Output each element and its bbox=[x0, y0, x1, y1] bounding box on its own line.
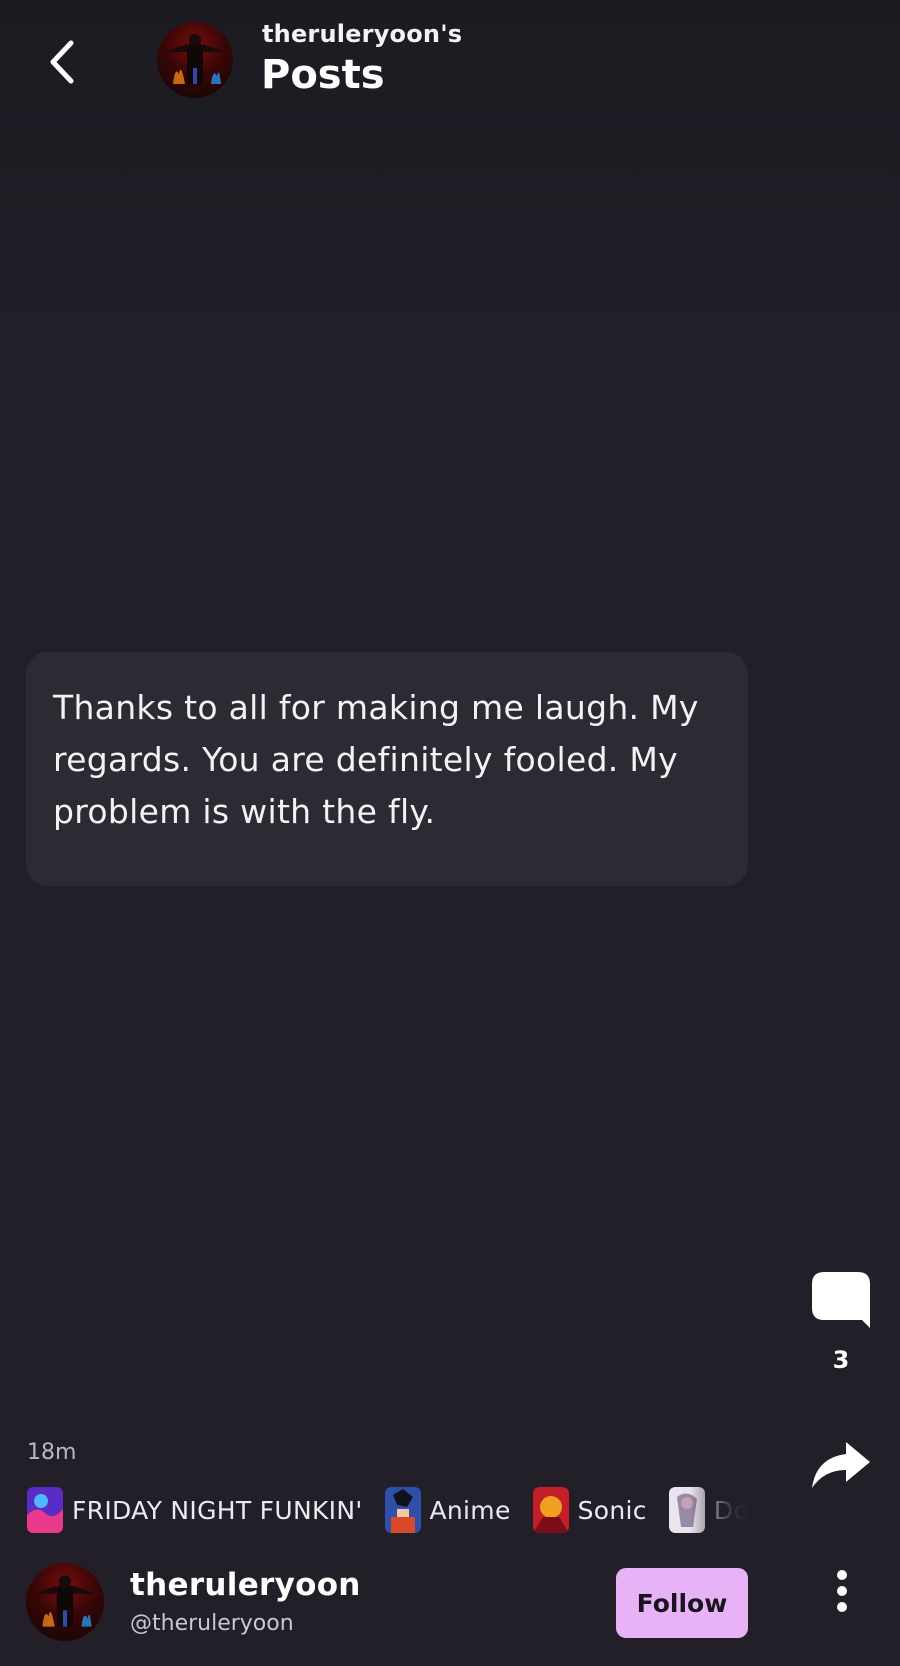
header-owner-label: theruleryoon's bbox=[262, 20, 463, 48]
community-tag[interactable]: FRIDAY NIGHT FUNKIN' bbox=[27, 1487, 363, 1533]
page-title: Posts bbox=[261, 52, 385, 98]
community-name: Sonic bbox=[577, 1495, 647, 1525]
comment-bubble-icon bbox=[812, 1272, 870, 1328]
chevron-left-icon bbox=[50, 40, 74, 84]
share-arrow-icon bbox=[812, 1442, 870, 1488]
community-tag[interactable]: Sonic bbox=[532, 1487, 647, 1533]
community-tag[interactable]: Do bbox=[668, 1487, 747, 1533]
post-screen: theruleryoon's Posts Thanks to all for m… bbox=[0, 0, 900, 1666]
community-thumbnail-icon bbox=[532, 1487, 569, 1533]
share-button[interactable] bbox=[810, 1440, 872, 1490]
avatar-image-icon bbox=[34, 1575, 96, 1627]
community-thumbnail-icon bbox=[384, 1487, 421, 1533]
post-text: Thanks to all for making me laugh. My re… bbox=[53, 688, 699, 831]
community-thumbnail-icon bbox=[668, 1487, 705, 1533]
community-name: FRIDAY NIGHT FUNKIN' bbox=[72, 1495, 363, 1525]
header-avatar[interactable] bbox=[157, 22, 233, 98]
post-card[interactable]: Thanks to all for making me laugh. My re… bbox=[26, 652, 748, 886]
community-name: Anime bbox=[429, 1495, 511, 1525]
author-name[interactable]: theruleryoon bbox=[130, 1567, 361, 1603]
community-tags: FRIDAY NIGHT FUNKIN' Anime Sonic Do bbox=[27, 1486, 747, 1534]
community-tag[interactable]: Anime bbox=[384, 1487, 511, 1533]
more-vertical-icon bbox=[837, 1570, 847, 1612]
community-thumbnail-icon bbox=[27, 1487, 63, 1533]
comment-count: 3 bbox=[832, 1346, 850, 1374]
author-handle: @theruleryoon bbox=[130, 1611, 294, 1636]
post-timestamp: 18m bbox=[27, 1440, 77, 1465]
author-avatar[interactable] bbox=[26, 1563, 104, 1641]
comment-button[interactable] bbox=[810, 1270, 872, 1336]
back-button[interactable] bbox=[38, 34, 86, 90]
more-options-button[interactable] bbox=[822, 1568, 862, 1614]
follow-button[interactable]: Follow bbox=[616, 1568, 748, 1638]
community-name: Do bbox=[713, 1495, 747, 1525]
avatar-image-icon bbox=[165, 34, 225, 84]
